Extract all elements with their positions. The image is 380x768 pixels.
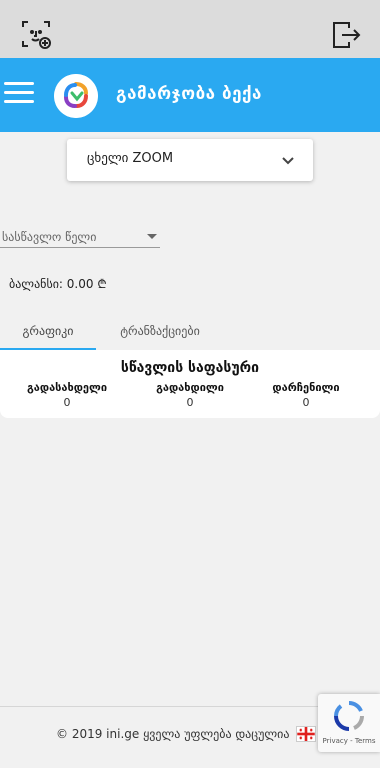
stat-remaining: დარჩენილი 0 — [246, 381, 366, 409]
stat-paid: გადახდილი 0 — [130, 381, 250, 409]
academic-year-select[interactable]: სასწავლო წელი — [0, 224, 160, 248]
balance-text: ბალანსი: 0.00 ₾ — [9, 277, 107, 291]
app-header: გამარჯობა ბექა — [0, 58, 380, 132]
stat-remaining-label: დარჩენილი — [272, 381, 340, 394]
stat-payable-value: 0 — [63, 396, 71, 409]
tab-transactions[interactable]: ტრანზაქციები — [100, 312, 220, 350]
status-toolbar — [0, 0, 380, 58]
program-select[interactable]: ცხელი ZOOM — [67, 139, 313, 181]
greeting-title: გამარჯობა ბექა — [116, 84, 262, 104]
recaptcha-terms[interactable]: Privacy - Terms — [318, 737, 380, 745]
stat-remaining-value: 0 — [302, 396, 310, 409]
tab-bar: გრაფიკი ტრანზაქციები — [0, 312, 380, 350]
georgia-flag-icon[interactable] — [296, 726, 316, 742]
stat-payable: გადასახდელი 0 — [7, 381, 127, 409]
chevron-down-icon — [282, 157, 294, 165]
academic-year-placeholder: სასწავლო წელი — [2, 230, 97, 244]
recaptcha-icon — [334, 701, 364, 731]
recaptcha-badge[interactable]: Privacy - Terms — [318, 694, 380, 752]
hamburger-icon[interactable] — [4, 82, 34, 108]
face-scan-add-icon[interactable] — [20, 18, 52, 50]
stat-payable-label: გადასახდელი — [26, 381, 108, 394]
tuition-title: სწავლის საფასური — [120, 360, 260, 376]
ini-logo — [54, 74, 98, 118]
stat-paid-value: 0 — [186, 396, 194, 409]
tuition-summary: სწავლის საფასური გადასახდელი 0 გადახდილი… — [0, 350, 380, 418]
footer-copyright: © 2019 ini.ge ყველა უფლება დაცულია — [56, 727, 290, 741]
stat-paid-label: გადახდილი — [156, 381, 224, 394]
logout-icon[interactable] — [331, 20, 361, 50]
tab-schedule[interactable]: გრაფიკი — [0, 312, 96, 350]
program-select-value: ცხელი ZOOM — [87, 151, 174, 166]
caret-down-icon — [147, 234, 157, 239]
